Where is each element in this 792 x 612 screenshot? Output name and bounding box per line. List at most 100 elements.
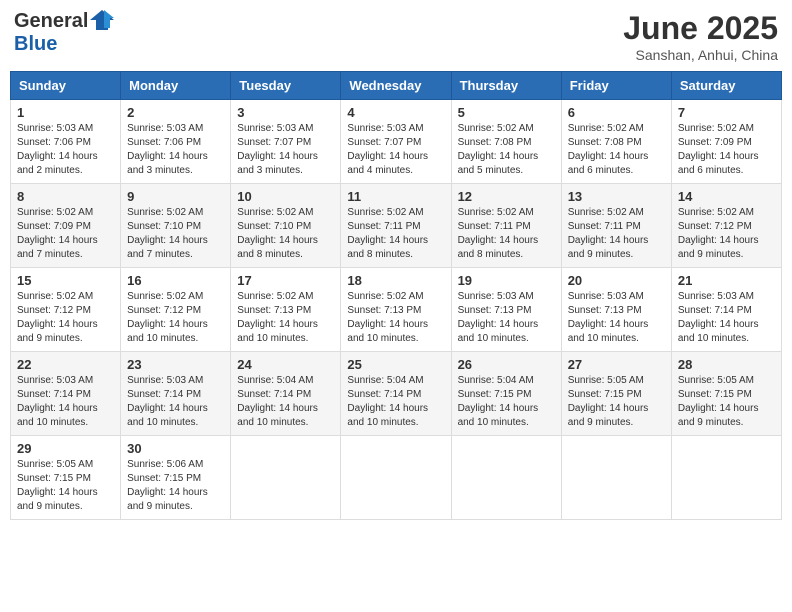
table-row: 14 Sunrise: 5:02 AMSunset: 7:12 PMDaylig… — [671, 184, 781, 268]
calendar-table: Sunday Monday Tuesday Wednesday Thursday… — [10, 71, 782, 520]
logo: General Blue — [14, 10, 114, 56]
calendar-week-row: 8 Sunrise: 5:02 AMSunset: 7:09 PMDayligh… — [11, 184, 782, 268]
table-row: 29 Sunrise: 5:05 AMSunset: 7:15 PMDaylig… — [11, 436, 121, 520]
day-info: Sunrise: 5:02 AMSunset: 7:11 PMDaylight:… — [458, 207, 539, 260]
title-block: June 2025 Sanshan, Anhui, China — [623, 10, 778, 63]
table-row: 24 Sunrise: 5:04 AMSunset: 7:14 PMDaylig… — [231, 352, 341, 436]
day-info: Sunrise: 5:03 AMSunset: 7:14 PMDaylight:… — [678, 291, 759, 344]
table-row — [341, 436, 451, 520]
day-number: 5 — [458, 105, 555, 120]
day-info: Sunrise: 5:02 AMSunset: 7:13 PMDaylight:… — [237, 291, 318, 344]
calendar-week-row: 15 Sunrise: 5:02 AMSunset: 7:12 PMDaylig… — [11, 268, 782, 352]
day-number: 22 — [17, 357, 114, 372]
table-row: 5 Sunrise: 5:02 AMSunset: 7:08 PMDayligh… — [451, 100, 561, 184]
table-row: 19 Sunrise: 5:03 AMSunset: 7:13 PMDaylig… — [451, 268, 561, 352]
day-info: Sunrise: 5:02 AMSunset: 7:10 PMDaylight:… — [127, 207, 208, 260]
calendar-week-row: 22 Sunrise: 5:03 AMSunset: 7:14 PMDaylig… — [11, 352, 782, 436]
day-info: Sunrise: 5:02 AMSunset: 7:08 PMDaylight:… — [458, 123, 539, 176]
day-info: Sunrise: 5:04 AMSunset: 7:14 PMDaylight:… — [237, 375, 318, 428]
table-row: 26 Sunrise: 5:04 AMSunset: 7:15 PMDaylig… — [451, 352, 561, 436]
day-number: 13 — [568, 189, 665, 204]
day-number: 23 — [127, 357, 224, 372]
day-info: Sunrise: 5:03 AMSunset: 7:13 PMDaylight:… — [458, 291, 539, 344]
table-row: 20 Sunrise: 5:03 AMSunset: 7:13 PMDaylig… — [561, 268, 671, 352]
calendar-week-row: 1 Sunrise: 5:03 AMSunset: 7:06 PMDayligh… — [11, 100, 782, 184]
day-number: 12 — [458, 189, 555, 204]
table-row — [231, 436, 341, 520]
table-row: 10 Sunrise: 5:02 AMSunset: 7:10 PMDaylig… — [231, 184, 341, 268]
day-info: Sunrise: 5:05 AMSunset: 7:15 PMDaylight:… — [568, 375, 649, 428]
table-row: 7 Sunrise: 5:02 AMSunset: 7:09 PMDayligh… — [671, 100, 781, 184]
day-number: 28 — [678, 357, 775, 372]
day-number: 21 — [678, 273, 775, 288]
location-subtitle: Sanshan, Anhui, China — [623, 47, 778, 63]
table-row: 8 Sunrise: 5:02 AMSunset: 7:09 PMDayligh… — [11, 184, 121, 268]
day-number: 6 — [568, 105, 665, 120]
table-row: 30 Sunrise: 5:06 AMSunset: 7:15 PMDaylig… — [121, 436, 231, 520]
logo-blue-text: Blue — [14, 33, 57, 56]
day-info: Sunrise: 5:03 AMSunset: 7:07 PMDaylight:… — [347, 123, 428, 176]
day-info: Sunrise: 5:02 AMSunset: 7:11 PMDaylight:… — [347, 207, 428, 260]
day-info: Sunrise: 5:02 AMSunset: 7:10 PMDaylight:… — [237, 207, 318, 260]
day-number: 19 — [458, 273, 555, 288]
table-row: 27 Sunrise: 5:05 AMSunset: 7:15 PMDaylig… — [561, 352, 671, 436]
day-number: 2 — [127, 105, 224, 120]
day-info: Sunrise: 5:03 AMSunset: 7:06 PMDaylight:… — [17, 123, 98, 176]
day-info: Sunrise: 5:06 AMSunset: 7:15 PMDaylight:… — [127, 459, 208, 512]
day-info: Sunrise: 5:02 AMSunset: 7:09 PMDaylight:… — [678, 123, 759, 176]
table-row: 18 Sunrise: 5:02 AMSunset: 7:13 PMDaylig… — [341, 268, 451, 352]
col-friday: Friday — [561, 72, 671, 100]
day-info: Sunrise: 5:03 AMSunset: 7:07 PMDaylight:… — [237, 123, 318, 176]
table-row — [561, 436, 671, 520]
day-number: 10 — [237, 189, 334, 204]
table-row — [451, 436, 561, 520]
day-info: Sunrise: 5:02 AMSunset: 7:12 PMDaylight:… — [17, 291, 98, 344]
day-number: 14 — [678, 189, 775, 204]
table-row: 3 Sunrise: 5:03 AMSunset: 7:07 PMDayligh… — [231, 100, 341, 184]
day-info: Sunrise: 5:02 AMSunset: 7:11 PMDaylight:… — [568, 207, 649, 260]
calendar-week-row: 29 Sunrise: 5:05 AMSunset: 7:15 PMDaylig… — [11, 436, 782, 520]
day-number: 11 — [347, 189, 444, 204]
table-row — [671, 436, 781, 520]
table-row: 17 Sunrise: 5:02 AMSunset: 7:13 PMDaylig… — [231, 268, 341, 352]
day-number: 4 — [347, 105, 444, 120]
day-number: 18 — [347, 273, 444, 288]
table-row: 4 Sunrise: 5:03 AMSunset: 7:07 PMDayligh… — [341, 100, 451, 184]
day-number: 20 — [568, 273, 665, 288]
day-info: Sunrise: 5:03 AMSunset: 7:14 PMDaylight:… — [17, 375, 98, 428]
logo-general-text: General — [14, 10, 88, 33]
day-number: 3 — [237, 105, 334, 120]
col-saturday: Saturday — [671, 72, 781, 100]
day-number: 8 — [17, 189, 114, 204]
day-number: 24 — [237, 357, 334, 372]
table-row: 12 Sunrise: 5:02 AMSunset: 7:11 PMDaylig… — [451, 184, 561, 268]
table-row: 9 Sunrise: 5:02 AMSunset: 7:10 PMDayligh… — [121, 184, 231, 268]
calendar-header-row: Sunday Monday Tuesday Wednesday Thursday… — [11, 72, 782, 100]
day-info: Sunrise: 5:05 AMSunset: 7:15 PMDaylight:… — [678, 375, 759, 428]
col-monday: Monday — [121, 72, 231, 100]
table-row: 16 Sunrise: 5:02 AMSunset: 7:12 PMDaylig… — [121, 268, 231, 352]
logo-icon — [90, 10, 114, 30]
day-info: Sunrise: 5:02 AMSunset: 7:12 PMDaylight:… — [127, 291, 208, 344]
col-tuesday: Tuesday — [231, 72, 341, 100]
table-row: 28 Sunrise: 5:05 AMSunset: 7:15 PMDaylig… — [671, 352, 781, 436]
day-number: 30 — [127, 441, 224, 456]
day-info: Sunrise: 5:05 AMSunset: 7:15 PMDaylight:… — [17, 459, 98, 512]
day-number: 16 — [127, 273, 224, 288]
table-row: 22 Sunrise: 5:03 AMSunset: 7:14 PMDaylig… — [11, 352, 121, 436]
table-row: 21 Sunrise: 5:03 AMSunset: 7:14 PMDaylig… — [671, 268, 781, 352]
day-number: 26 — [458, 357, 555, 372]
day-info: Sunrise: 5:03 AMSunset: 7:13 PMDaylight:… — [568, 291, 649, 344]
day-number: 9 — [127, 189, 224, 204]
table-row: 15 Sunrise: 5:02 AMSunset: 7:12 PMDaylig… — [11, 268, 121, 352]
day-number: 27 — [568, 357, 665, 372]
day-number: 7 — [678, 105, 775, 120]
day-info: Sunrise: 5:03 AMSunset: 7:14 PMDaylight:… — [127, 375, 208, 428]
table-row: 6 Sunrise: 5:02 AMSunset: 7:08 PMDayligh… — [561, 100, 671, 184]
day-info: Sunrise: 5:02 AMSunset: 7:13 PMDaylight:… — [347, 291, 428, 344]
day-number: 25 — [347, 357, 444, 372]
day-info: Sunrise: 5:02 AMSunset: 7:12 PMDaylight:… — [678, 207, 759, 260]
day-number: 1 — [17, 105, 114, 120]
day-number: 29 — [17, 441, 114, 456]
day-info: Sunrise: 5:02 AMSunset: 7:09 PMDaylight:… — [17, 207, 98, 260]
